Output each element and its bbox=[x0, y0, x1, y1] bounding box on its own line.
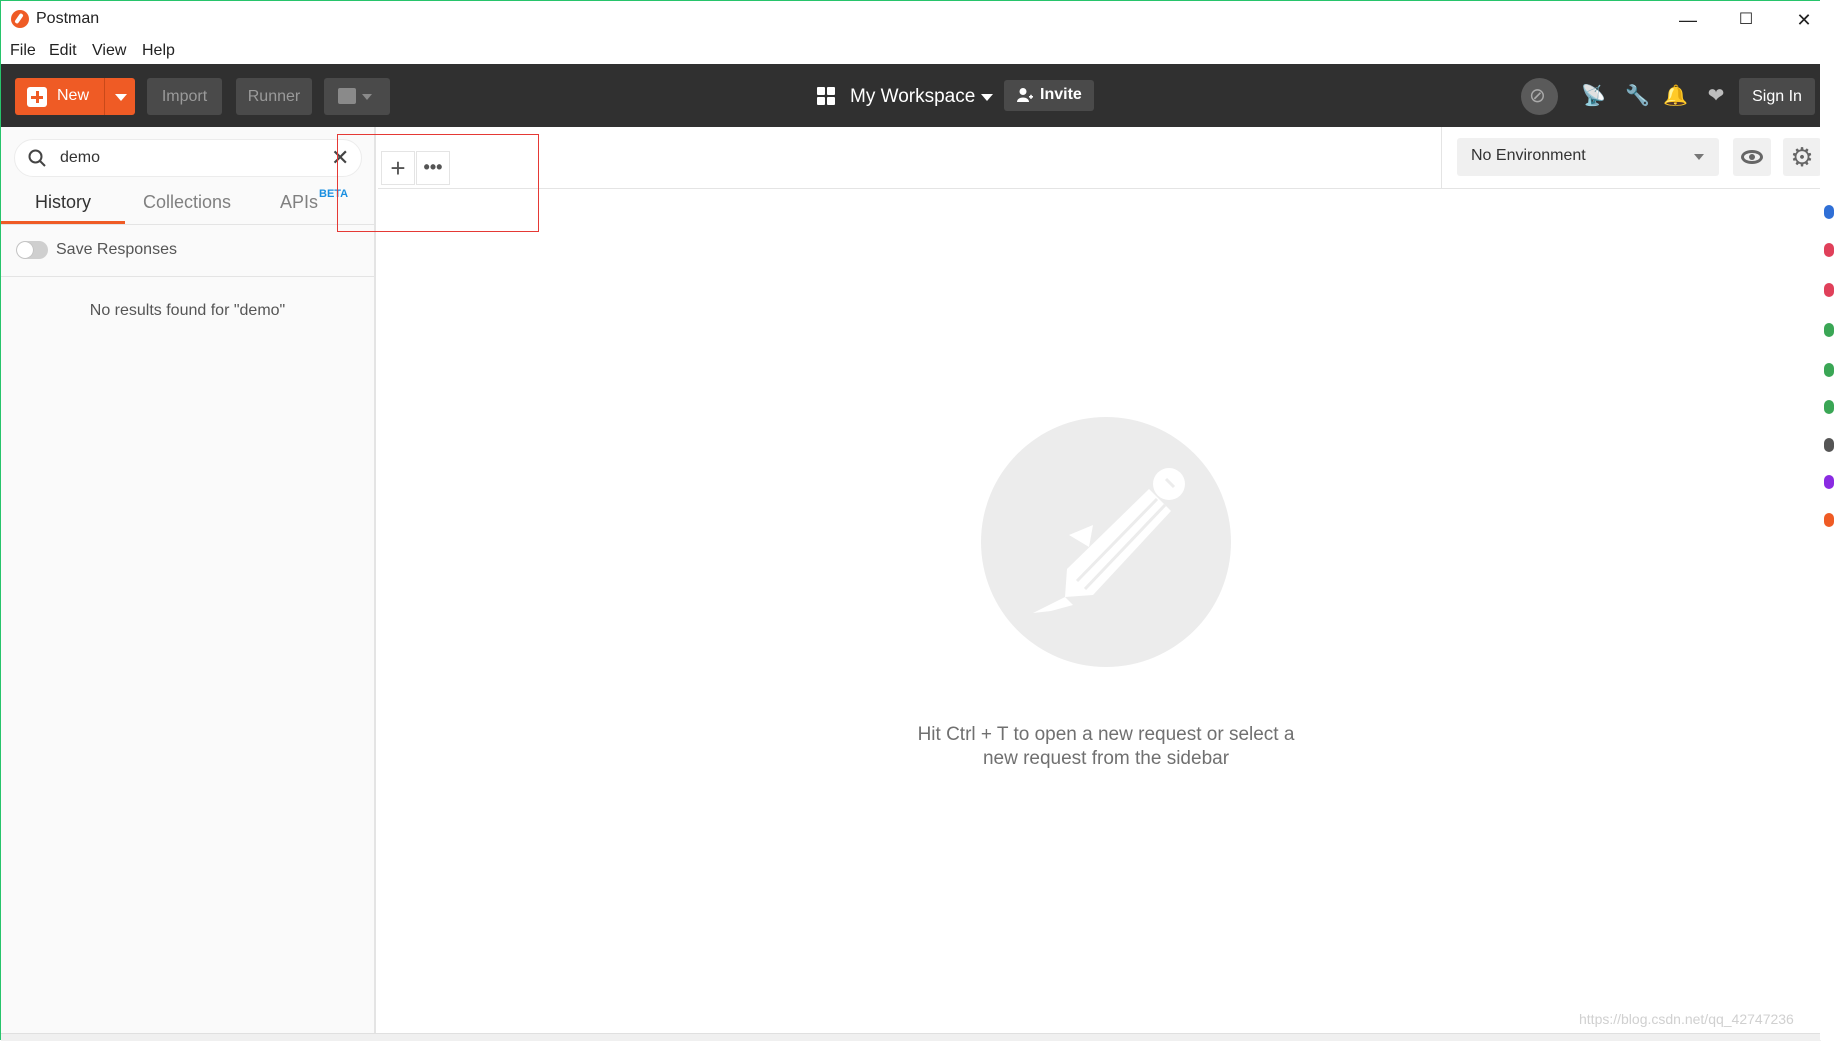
taskbar-icon bbox=[1824, 323, 1834, 337]
heart-icon[interactable]: ❤ bbox=[1704, 84, 1728, 108]
menu-edit[interactable]: Edit bbox=[49, 42, 77, 60]
tab-apis[interactable]: APIs bbox=[280, 192, 318, 213]
beta-badge: BETA bbox=[319, 188, 349, 200]
search-input[interactable] bbox=[60, 148, 310, 168]
chevron-down-icon bbox=[362, 94, 372, 100]
environment-quick-look-button[interactable] bbox=[1733, 138, 1771, 176]
maximize-button[interactable]: ☐ bbox=[1719, 5, 1773, 35]
taskbar-icon bbox=[1824, 475, 1834, 489]
sidebar: ✕ History Collections APIs BETA Save Res… bbox=[1, 127, 376, 1033]
empty-state-line-2: new request from the sidebar bbox=[982, 748, 1230, 769]
workspace-grid-icon bbox=[817, 87, 835, 105]
new-button[interactable]: New bbox=[15, 78, 135, 115]
search-icon bbox=[28, 149, 46, 167]
clear-search-icon[interactable]: ✕ bbox=[331, 146, 349, 170]
desktop-edge-strip bbox=[1820, 0, 1834, 1040]
runner-button[interactable]: Runner bbox=[236, 78, 312, 115]
add-tab-button[interactable]: + bbox=[381, 151, 415, 185]
empty-state-message: Hit Ctrl + T to open a new request or se… bbox=[896, 723, 1316, 771]
new-button-label: New bbox=[57, 87, 90, 104]
taskbar-icon bbox=[1824, 243, 1834, 257]
tab-collections[interactable]: Collections bbox=[143, 192, 231, 213]
eye-icon bbox=[1741, 150, 1763, 164]
window-title: Postman bbox=[36, 10, 100, 27]
sign-in-button[interactable]: Sign In bbox=[1739, 78, 1815, 115]
menu-view[interactable]: View bbox=[92, 42, 126, 60]
invite-button-label: Invite bbox=[1040, 86, 1082, 103]
postman-rocket-icon bbox=[981, 417, 1231, 667]
environment-label: No Environment bbox=[1471, 147, 1586, 164]
invite-button[interactable]: Invite bbox=[1004, 80, 1094, 111]
save-responses-label: Save Responses bbox=[56, 241, 177, 258]
minimize-button[interactable]: — bbox=[1661, 5, 1715, 35]
manage-environments-button[interactable]: ⚙ bbox=[1783, 138, 1821, 176]
header-toolbar: New Import Runner My Workspace Invite ⊘ … bbox=[1, 64, 1821, 127]
taskbar-icon bbox=[1824, 283, 1834, 297]
taskbar-icon bbox=[1824, 513, 1834, 527]
save-responses-row: Save Responses bbox=[1, 225, 374, 277]
add-person-icon bbox=[1017, 88, 1033, 102]
active-tab-indicator bbox=[1, 221, 125, 224]
import-button[interactable]: Import bbox=[147, 78, 222, 115]
bell-icon[interactable]: 🔔 bbox=[1663, 84, 1688, 108]
new-window-icon bbox=[338, 88, 356, 104]
gear-icon: ⚙ bbox=[1790, 142, 1814, 172]
taskbar-icon bbox=[1824, 400, 1834, 414]
taskbar-icon bbox=[1824, 438, 1834, 452]
watermark-text: https://blog.csdn.net/qq_42747236 bbox=[1579, 1011, 1794, 1027]
environment-select[interactable]: No Environment bbox=[1457, 138, 1719, 176]
request-tab-bar: + ••• No Environment ⚙ bbox=[378, 127, 1821, 189]
satellite-icon[interactable]: 📡 bbox=[1581, 84, 1606, 108]
chevron-down-icon bbox=[1694, 154, 1704, 160]
divider bbox=[1441, 127, 1442, 189]
menu-help[interactable]: Help bbox=[142, 42, 175, 60]
empty-state-line-1: Hit Ctrl + T to open a new request or se… bbox=[917, 724, 1295, 745]
new-dropdown-button[interactable] bbox=[104, 78, 135, 115]
menu-file[interactable]: File bbox=[10, 42, 36, 60]
postman-logo-icon bbox=[11, 10, 29, 28]
workspace-label: My Workspace bbox=[850, 86, 976, 107]
tab-history[interactable]: History bbox=[35, 192, 91, 213]
no-results-message: No results found for "demo" bbox=[89, 302, 286, 319]
save-responses-toggle[interactable] bbox=[16, 241, 48, 259]
tab-options-button[interactable]: ••• bbox=[416, 151, 450, 185]
taskbar-icon bbox=[1824, 205, 1834, 219]
sidebar-tabs: History Collections APIs BETA bbox=[1, 181, 374, 225]
chevron-down-icon bbox=[981, 94, 993, 101]
sync-off-icon[interactable] bbox=[1521, 78, 1558, 115]
postman-window: Postman — ☐ ✕ File Edit View Help New Im… bbox=[0, 0, 1821, 1041]
taskbar-icon bbox=[1824, 363, 1834, 377]
wrench-icon[interactable]: 🔧 bbox=[1625, 84, 1650, 108]
title-bar: Postman — ☐ ✕ bbox=[1, 1, 1821, 39]
sidebar-search[interactable]: ✕ bbox=[14, 139, 362, 177]
plus-icon bbox=[27, 87, 47, 107]
new-window-button[interactable] bbox=[324, 78, 390, 115]
menu-bar: File Edit View Help bbox=[1, 39, 1821, 65]
